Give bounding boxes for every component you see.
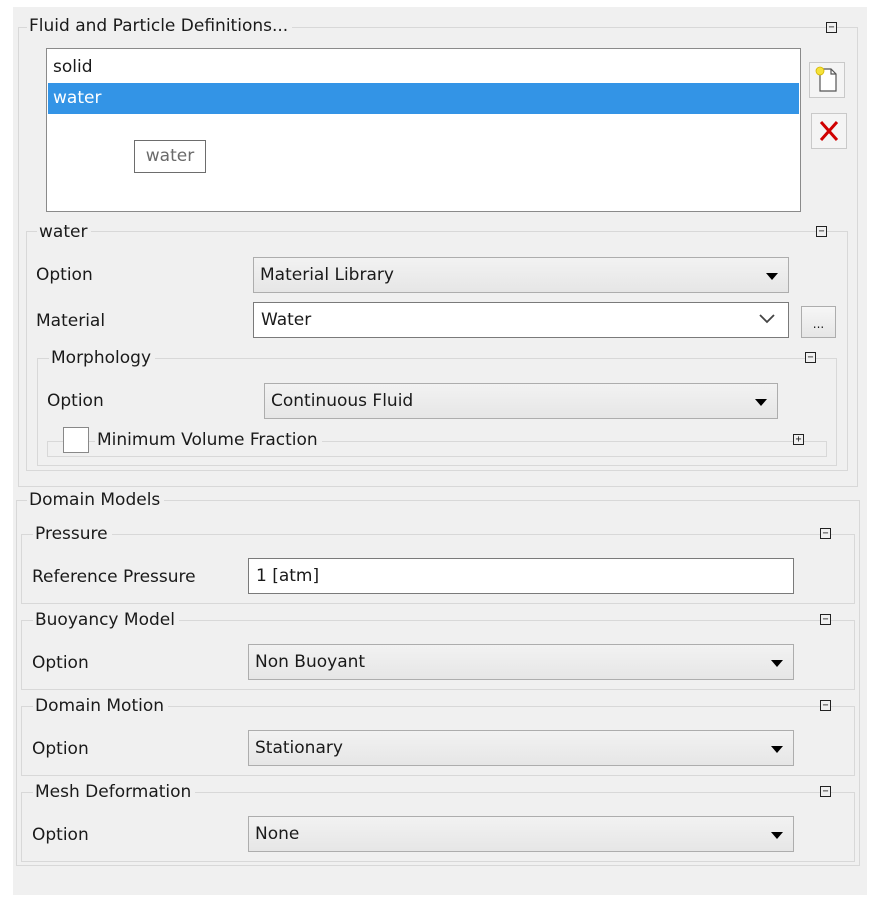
- reference-pressure-input[interactable]: 1 [atm]: [248, 558, 794, 594]
- domain-motion-option-select[interactable]: Stationary: [248, 730, 794, 766]
- dropdown-arrow-icon: [771, 660, 783, 667]
- chevron-down-icon: [759, 314, 775, 324]
- material-option-select[interactable]: Material Library: [253, 257, 789, 293]
- mesh-deformation-option-label: Option: [32, 825, 89, 845]
- domain-motion-title: Domain Motion: [33, 695, 169, 717]
- pressure-title: Pressure: [33, 523, 112, 545]
- water-section-title: water: [37, 221, 92, 243]
- min-volume-fraction-checkbox[interactable]: [63, 427, 89, 453]
- material-value: Water: [261, 310, 312, 330]
- morphology-option-label: Option: [47, 391, 104, 411]
- buoyancy-option-select[interactable]: Non Buoyant: [248, 644, 794, 680]
- morphology-option-select[interactable]: Continuous Fluid: [264, 383, 778, 419]
- dropdown-arrow-icon: [771, 746, 783, 753]
- fluid-definitions-title: Fluid and Particle Definitions...: [27, 15, 293, 37]
- details-panel: Fluid and Particle Definitions... − soli…: [13, 7, 867, 895]
- collapse-toggle-water[interactable]: −: [816, 226, 827, 237]
- fluid-list[interactable]: solid water water: [46, 48, 801, 212]
- morphology-option-value: Continuous Fluid: [271, 391, 414, 411]
- material-option-value: Material Library: [260, 265, 394, 285]
- collapse-toggle-domain-motion[interactable]: −: [820, 700, 831, 711]
- delete-x-icon: [819, 121, 839, 141]
- list-item-solid[interactable]: solid: [48, 52, 799, 83]
- mesh-deformation-option-value: None: [255, 824, 300, 844]
- min-volume-fraction-label: Minimum Volume Fraction: [95, 429, 322, 451]
- collapse-toggle-fluid[interactable]: −: [826, 22, 837, 33]
- material-select[interactable]: Water: [253, 302, 789, 338]
- tooltip: water: [134, 140, 206, 173]
- domain-motion-option-value: Stationary: [255, 738, 343, 758]
- dropdown-arrow-icon: [766, 273, 778, 280]
- new-item-button[interactable]: [809, 62, 845, 98]
- dropdown-arrow-icon: [755, 399, 767, 406]
- morphology-title: Morphology: [49, 347, 155, 369]
- buoyancy-option-value: Non Buoyant: [255, 652, 366, 672]
- buoyancy-title: Buoyancy Model: [33, 609, 179, 631]
- buoyancy-option-label: Option: [32, 653, 89, 673]
- domain-motion-option-label: Option: [32, 739, 89, 759]
- collapse-toggle-buoyancy[interactable]: −: [820, 614, 831, 625]
- collapse-toggle-morphology[interactable]: −: [805, 352, 816, 363]
- collapse-toggle-mesh-deformation[interactable]: −: [820, 786, 831, 797]
- mesh-deformation-title: Mesh Deformation: [33, 781, 196, 803]
- mesh-deformation-option-select[interactable]: None: [248, 816, 794, 852]
- reference-pressure-label: Reference Pressure: [32, 567, 196, 587]
- delete-item-button[interactable]: [811, 113, 847, 149]
- option-label: Option: [36, 265, 93, 285]
- domain-models-title: Domain Models: [27, 489, 165, 511]
- new-document-icon: [815, 66, 837, 92]
- browse-material-button[interactable]: ...: [801, 306, 836, 338]
- dropdown-arrow-icon: [771, 832, 783, 839]
- list-item-water[interactable]: water: [48, 83, 799, 114]
- expand-toggle-min-volume[interactable]: +: [793, 434, 804, 445]
- material-label: Material: [36, 311, 106, 331]
- collapse-toggle-pressure[interactable]: −: [820, 528, 831, 539]
